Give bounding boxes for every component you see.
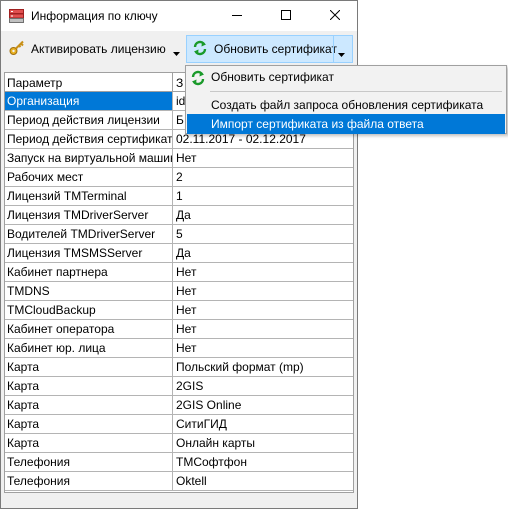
- table-row[interactable]: Карта Польский формат (mp): [5, 358, 353, 377]
- refresh-certificate-icon: [190, 70, 206, 92]
- column-header-value[interactable]: З: [176, 76, 183, 90]
- maximize-icon: [281, 9, 291, 23]
- chevron-down-icon[interactable]: [338, 46, 345, 60]
- value-cell[interactable]: Польский формат (mp): [173, 358, 353, 376]
- app-key-icon: [9, 9, 24, 23]
- parameter-cell[interactable]: Карта: [5, 377, 173, 395]
- parameter-cell[interactable]: TMCloudBackup: [5, 301, 173, 319]
- chevron-down-icon[interactable]: [173, 45, 180, 59]
- parameter-cell[interactable]: TMDNS: [5, 282, 173, 300]
- value-cell[interactable]: СитиГИД: [173, 415, 353, 433]
- parameter-cell[interactable]: Кабинет партнера: [5, 263, 173, 281]
- table-row[interactable]: Карта 2GIS Online: [5, 396, 353, 415]
- column-divider[interactable]: [172, 73, 173, 91]
- parameter-cell[interactable]: Кабинет юр. лица: [5, 339, 173, 357]
- parameter-cell[interactable]: Карта: [5, 434, 173, 452]
- parameter-cell[interactable]: Карта: [5, 358, 173, 376]
- menu-item-label: Импорт сертификата из файла ответа: [211, 117, 424, 131]
- column-header-parameter[interactable]: Параметр: [7, 76, 62, 90]
- split-divider: [333, 36, 334, 62]
- value-cell[interactable]: Нет: [173, 320, 353, 338]
- update-certificate-label: Обновить сертификат: [214, 42, 337, 56]
- parameter-cell[interactable]: Карта: [5, 415, 173, 433]
- parameter-cell[interactable]: Лицензия TMSMSServer: [5, 244, 173, 262]
- title-bar[interactable]: Информация по ключу: [1, 1, 357, 31]
- key-info-table: Параметр З Организация id Период действия …: [4, 72, 354, 493]
- key-icon: [9, 40, 25, 59]
- toolbar: Активировать лицензию Обновить сертифика…: [1, 31, 357, 67]
- value-cell[interactable]: Нет: [173, 149, 353, 167]
- parameter-cell[interactable]: Водителей TMDriverServer: [5, 225, 173, 243]
- menu-item-label: Создать файл запроса обновления сертифик…: [211, 98, 484, 112]
- update-certificate-button[interactable]: Обновить сертификат: [186, 35, 353, 63]
- table-row[interactable]: Водителей TMDriverServer 5: [5, 225, 353, 244]
- table-row[interactable]: TMCloudBackup Нет: [5, 301, 353, 320]
- value-cell[interactable]: Нет: [173, 301, 353, 319]
- value-cell[interactable]: Да: [173, 206, 353, 224]
- menu-item-import-certificate[interactable]: Импорт сертификата из файла ответа: [187, 114, 505, 134]
- value-cell[interactable]: Да: [173, 244, 353, 262]
- table-row[interactable]: Лицензия TMDriverServer Да: [5, 206, 353, 225]
- menu-item-update-certificate[interactable]: Обновить сертификат: [187, 67, 505, 87]
- table-row[interactable]: Карта СитиГИД: [5, 415, 353, 434]
- table-row[interactable]: Запуск на виртуальной машине Нет: [5, 149, 353, 168]
- table-row[interactable]: Карта Онлайн карты: [5, 434, 353, 453]
- parameter-cell[interactable]: Кабинет оператора: [5, 320, 173, 338]
- minimize-icon: [232, 9, 242, 23]
- refresh-certificate-icon: [192, 40, 208, 59]
- value-cell[interactable]: Нет: [173, 339, 353, 357]
- table-row[interactable]: Телефония Oktell: [5, 472, 353, 491]
- value-cell[interactable]: Онлайн карты: [173, 434, 353, 452]
- value-cell[interactable]: 1: [173, 187, 353, 205]
- table-row[interactable]: Кабинет оператора Нет: [5, 320, 353, 339]
- value-cell[interactable]: 2GIS: [173, 377, 353, 395]
- value-cell[interactable]: 2: [173, 168, 353, 186]
- table-row[interactable]: Лицензия TMSMSServer Да: [5, 244, 353, 263]
- window-title: Информация по ключу: [31, 9, 158, 23]
- menu-separator: [210, 91, 502, 92]
- close-icon: [329, 9, 341, 23]
- value-cell[interactable]: 2GIS Online: [173, 396, 353, 414]
- parameter-cell[interactable]: Период действия сертификата: [5, 130, 173, 148]
- parameter-cell[interactable]: Запуск на виртуальной машине: [5, 149, 173, 167]
- parameter-cell[interactable]: Лицензий TMTerminal: [5, 187, 173, 205]
- table-row[interactable]: Лицензий TMTerminal 1: [5, 187, 353, 206]
- activate-license-label: Активировать лицензию: [31, 42, 166, 56]
- parameter-cell[interactable]: Организация: [5, 92, 173, 110]
- table-row[interactable]: Кабинет партнера Нет: [5, 263, 353, 282]
- parameter-cell[interactable]: Карта: [5, 396, 173, 414]
- table-row[interactable]: Рабочих мест 2: [5, 168, 353, 187]
- parameter-cell[interactable]: Телефония: [5, 472, 173, 490]
- update-certificate-dropdown: Обновить сертификат Создать файл запроса…: [185, 65, 507, 134]
- value-cell[interactable]: ТМСофтфон: [173, 453, 353, 471]
- parameter-cell[interactable]: Рабочих мест: [5, 168, 173, 186]
- maximize-button[interactable]: [269, 1, 303, 31]
- table-row[interactable]: Карта 2GIS: [5, 377, 353, 396]
- menu-item-create-request-file[interactable]: Создать файл запроса обновления сертифик…: [187, 95, 505, 115]
- table-row[interactable]: Телефония ТМСофтфон: [5, 453, 353, 472]
- value-cell[interactable]: Нет: [173, 263, 353, 281]
- value-cell[interactable]: 5: [173, 225, 353, 243]
- table-body: Организация id Период действия лицензии Б Пе…: [5, 92, 353, 491]
- value-cell[interactable]: Oktell: [173, 472, 353, 490]
- close-button[interactable]: [318, 1, 352, 31]
- value-cell[interactable]: Нет: [173, 282, 353, 300]
- minimize-button[interactable]: [220, 1, 254, 31]
- activate-license-button[interactable]: Активировать лицензию: [9, 35, 183, 63]
- menu-item-label: Обновить сертификат: [211, 70, 334, 84]
- parameter-cell[interactable]: Телефония: [5, 453, 173, 471]
- table-row[interactable]: TMDNS Нет: [5, 282, 353, 301]
- parameter-cell[interactable]: Период действия лицензии: [5, 111, 173, 129]
- parameter-cell[interactable]: Лицензия TMDriverServer: [5, 206, 173, 224]
- table-row[interactable]: Кабинет юр. лица Нет: [5, 339, 353, 358]
